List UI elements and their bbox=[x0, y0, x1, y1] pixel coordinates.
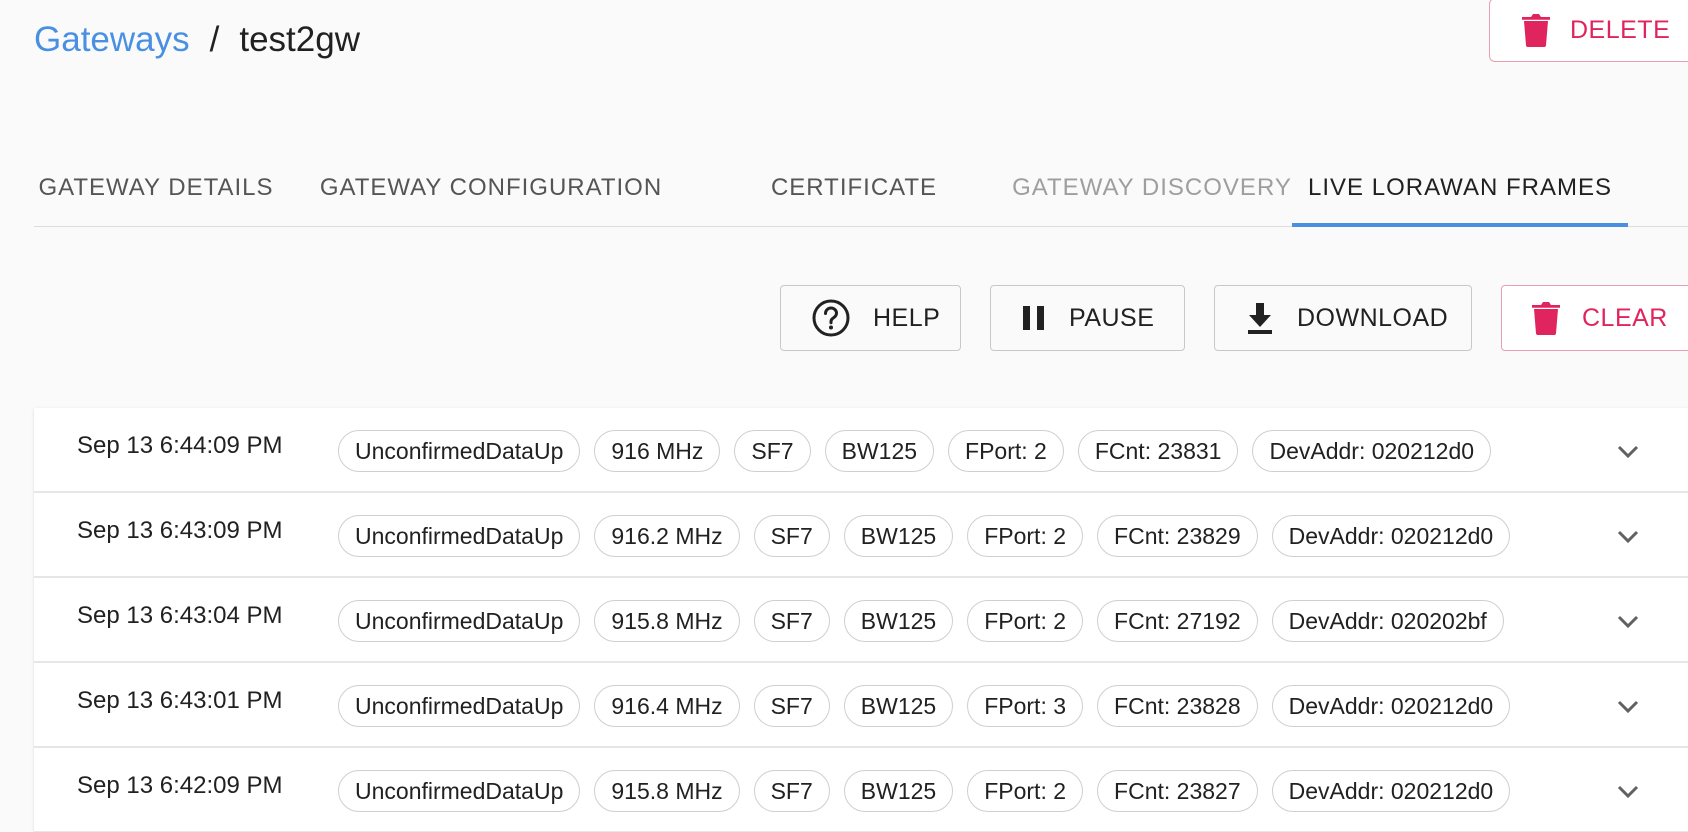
tab-label: LIVE LORAWAN FRAMES bbox=[1308, 174, 1612, 201]
tab-label: CERTIFICATE bbox=[770, 174, 938, 201]
devaddr-chip: DevAddr: 020212d0 bbox=[1271, 515, 1511, 557]
spreading-factor-chip: SF7 bbox=[753, 600, 830, 642]
bandwidth-chip: BW125 bbox=[843, 600, 954, 642]
delete-button-label: DELETE bbox=[1570, 15, 1671, 44]
help-button-label: HELP bbox=[873, 303, 941, 332]
clear-button-label: CLEAR bbox=[1582, 303, 1668, 332]
trash-icon bbox=[1532, 301, 1560, 335]
tab-bar: GATEWAY DETAILS GATEWAY CONFIGURATION CE… bbox=[34, 150, 1688, 227]
pause-button-label: PAUSE bbox=[1069, 303, 1155, 332]
frame-chips: UnconfirmedDataUp 916.2 MHz SF7 BW125 FP… bbox=[338, 515, 1524, 557]
frame-type-chip: UnconfirmedDataUp bbox=[338, 600, 581, 642]
frame-time: Sep 13 6:43:01 PM bbox=[77, 687, 283, 714]
frame-type-chip: UnconfirmedDataUp bbox=[338, 770, 581, 812]
frame-chips: UnconfirmedDataUp 916 MHz SF7 BW125 FPor… bbox=[338, 430, 1505, 472]
pause-icon bbox=[1021, 304, 1047, 332]
page: Gateways / test2gw DELETE GATEWAY DETAIL… bbox=[0, 0, 1688, 832]
frequency-chip: 916 MHz bbox=[594, 430, 721, 472]
bandwidth-chip: BW125 bbox=[843, 770, 954, 812]
tab-gateway-configuration[interactable]: GATEWAY CONFIGURATION bbox=[308, 150, 674, 226]
pause-button[interactable]: PAUSE bbox=[990, 285, 1185, 351]
frame-time: Sep 13 6:44:09 PM bbox=[77, 432, 283, 459]
fcnt-chip: FCnt: 23828 bbox=[1097, 685, 1258, 727]
breadcrumb-separator: / bbox=[209, 20, 220, 59]
bandwidth-chip: BW125 bbox=[843, 515, 954, 557]
frequency-chip: 916.4 MHz bbox=[594, 685, 740, 727]
tab-label: GATEWAY DETAILS bbox=[38, 174, 274, 201]
help-circle-icon bbox=[811, 298, 851, 338]
tab-label: GATEWAY DISCOVERY bbox=[1012, 174, 1292, 201]
bandwidth-chip: BW125 bbox=[843, 685, 954, 727]
clear-button[interactable]: CLEAR bbox=[1501, 285, 1688, 351]
fport-chip: FPort: 2 bbox=[967, 770, 1084, 812]
trash-icon bbox=[1522, 13, 1550, 47]
frequency-chip: 916.2 MHz bbox=[594, 515, 740, 557]
frame-type-chip: UnconfirmedDataUp bbox=[338, 685, 581, 727]
tab-gateway-details[interactable]: GATEWAY DETAILS bbox=[34, 150, 278, 226]
fcnt-chip: FCnt: 23831 bbox=[1077, 430, 1239, 472]
chevron-down-icon[interactable] bbox=[1612, 691, 1644, 723]
download-button-label: DOWNLOAD bbox=[1297, 303, 1449, 332]
devaddr-chip: DevAddr: 020212d0 bbox=[1271, 685, 1511, 727]
spreading-factor-chip: SF7 bbox=[734, 430, 811, 472]
frame-type-chip: UnconfirmedDataUp bbox=[338, 515, 581, 557]
fport-chip: FPort: 2 bbox=[967, 600, 1084, 642]
frame-row[interactable]: Sep 13 6:44:09 PM UnconfirmedDataUp 916 … bbox=[34, 408, 1688, 493]
breadcrumb-gateways-link[interactable]: Gateways bbox=[34, 18, 190, 62]
fport-chip: FPort: 2 bbox=[967, 515, 1084, 557]
frame-row[interactable]: Sep 13 6:43:09 PM UnconfirmedDataUp 916.… bbox=[34, 493, 1688, 578]
frame-type-chip: UnconfirmedDataUp bbox=[338, 430, 581, 472]
frame-time: Sep 13 6:43:09 PM bbox=[77, 517, 283, 544]
page-title: test2gw bbox=[239, 20, 360, 59]
frame-time: Sep 13 6:42:09 PM bbox=[77, 772, 283, 799]
frame-chips: UnconfirmedDataUp 915.8 MHz SF7 BW125 FP… bbox=[338, 600, 1518, 642]
spreading-factor-chip: SF7 bbox=[753, 685, 830, 727]
devaddr-chip: DevAddr: 020212d0 bbox=[1271, 770, 1511, 812]
frame-time: Sep 13 6:43:04 PM bbox=[77, 602, 283, 629]
breadcrumb: Gateways / test2gw bbox=[34, 18, 360, 62]
fcnt-chip: FCnt: 27192 bbox=[1097, 600, 1258, 642]
frame-row[interactable]: Sep 13 6:42:09 PM UnconfirmedDataUp 915.… bbox=[34, 748, 1688, 832]
frequency-chip: 915.8 MHz bbox=[594, 770, 740, 812]
devaddr-chip: DevAddr: 020212d0 bbox=[1252, 430, 1492, 472]
tab-gateway-discovery[interactable]: GATEWAY DISCOVERY bbox=[997, 150, 1307, 226]
spreading-factor-chip: SF7 bbox=[753, 515, 830, 557]
fcnt-chip: FCnt: 23827 bbox=[1097, 770, 1258, 812]
help-button[interactable]: HELP bbox=[780, 285, 961, 351]
bandwidth-chip: BW125 bbox=[824, 430, 935, 472]
chevron-down-icon[interactable] bbox=[1612, 436, 1644, 468]
chevron-down-icon[interactable] bbox=[1612, 521, 1644, 553]
fport-chip: FPort: 2 bbox=[948, 430, 1064, 472]
frame-row[interactable]: Sep 13 6:43:01 PM UnconfirmedDataUp 916.… bbox=[34, 663, 1688, 748]
frames-list: Sep 13 6:44:09 PM UnconfirmedDataUp 916 … bbox=[34, 408, 1688, 832]
download-button[interactable]: DOWNLOAD bbox=[1214, 285, 1472, 351]
frame-chips: UnconfirmedDataUp 915.8 MHz SF7 BW125 FP… bbox=[338, 770, 1524, 812]
devaddr-chip: DevAddr: 020202bf bbox=[1271, 600, 1504, 642]
delete-button[interactable]: DELETE bbox=[1489, 0, 1688, 62]
tab-label: GATEWAY CONFIGURATION bbox=[319, 174, 663, 201]
chevron-down-icon[interactable] bbox=[1612, 606, 1644, 638]
frame-row[interactable]: Sep 13 6:43:04 PM UnconfirmedDataUp 915.… bbox=[34, 578, 1688, 663]
download-icon bbox=[1245, 301, 1275, 335]
spreading-factor-chip: SF7 bbox=[753, 770, 830, 812]
frame-chips: UnconfirmedDataUp 916.4 MHz SF7 BW125 FP… bbox=[338, 685, 1524, 727]
frequency-chip: 915.8 MHz bbox=[594, 600, 740, 642]
tab-certificate[interactable]: CERTIFICATE bbox=[734, 150, 974, 226]
fcnt-chip: FCnt: 23829 bbox=[1097, 515, 1258, 557]
fport-chip: FPort: 3 bbox=[967, 685, 1084, 727]
chevron-down-icon[interactable] bbox=[1612, 776, 1644, 808]
tab-live-lorawan-frames[interactable]: LIVE LORAWAN FRAMES bbox=[1292, 150, 1628, 227]
